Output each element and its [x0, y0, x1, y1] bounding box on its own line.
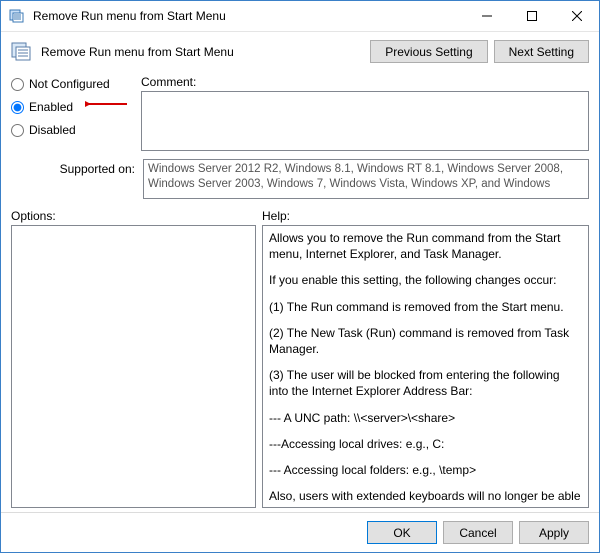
comment-textbox[interactable]: [141, 91, 589, 151]
radio-not-configured-input[interactable]: [11, 78, 24, 91]
help-p3: (1) The Run command is removed from the …: [269, 299, 582, 315]
help-text: Allows you to remove the Run command fro…: [263, 226, 588, 508]
options-label: Options:: [11, 205, 256, 225]
state-radio-group: Not Configured Enabled Disabled: [11, 75, 131, 137]
dialog-window: Remove Run menu from Start Menu Remove R…: [0, 0, 600, 553]
help-p4: (2) The New Task (Run) command is remove…: [269, 325, 582, 357]
close-button[interactable]: [554, 1, 599, 31]
comment-label: Comment:: [141, 75, 589, 89]
titlebar: Remove Run menu from Start Menu: [1, 1, 599, 32]
help-p1: Allows you to remove the Run command fro…: [269, 230, 582, 262]
ok-button[interactable]: OK: [367, 521, 437, 544]
policy-name: Remove Run menu from Start Menu: [41, 45, 362, 59]
help-p6: --- A UNC path: \\<server>\<share>: [269, 410, 582, 426]
radio-not-configured-label: Not Configured: [29, 77, 110, 91]
help-p9: Also, users with extended keyboards will…: [269, 488, 582, 508]
help-p5: (3) The user will be blocked from enteri…: [269, 367, 582, 399]
next-setting-button[interactable]: Next Setting: [494, 40, 589, 63]
radio-disabled[interactable]: Disabled: [11, 123, 131, 137]
upper-pane: Not Configured Enabled Disabled Comment:: [1, 71, 599, 205]
help-p8: --- Accessing local folders: e.g., \temp…: [269, 462, 582, 478]
help-panel[interactable]: Allows you to remove the Run command fro…: [262, 225, 589, 508]
footer-buttons: OK Cancel Apply: [1, 512, 599, 552]
radio-disabled-label: Disabled: [29, 123, 76, 137]
radio-disabled-input[interactable]: [11, 124, 24, 137]
radio-enabled[interactable]: Enabled: [11, 100, 131, 114]
help-p2: If you enable this setting, the followin…: [269, 272, 582, 288]
cancel-button[interactable]: Cancel: [443, 521, 513, 544]
window-title: Remove Run menu from Start Menu: [33, 9, 464, 23]
lower-pane: Options: Help: Allows you to remove the …: [1, 205, 599, 512]
options-panel[interactable]: [11, 225, 256, 508]
previous-setting-button[interactable]: Previous Setting: [370, 40, 487, 63]
policy-icon: [11, 41, 33, 63]
help-label: Help:: [262, 205, 589, 225]
radio-not-configured[interactable]: Not Configured: [11, 77, 131, 91]
help-p7: ---Accessing local drives: e.g., C:: [269, 436, 582, 452]
apply-button[interactable]: Apply: [519, 521, 589, 544]
maximize-button[interactable]: [509, 1, 554, 31]
minimize-button[interactable]: [464, 1, 509, 31]
radio-enabled-label: Enabled: [29, 100, 73, 114]
app-icon: [9, 8, 25, 24]
header-row: Remove Run menu from Start Menu Previous…: [1, 32, 599, 71]
supported-on-textbox[interactable]: Windows Server 2012 R2, Windows 8.1, Win…: [143, 159, 589, 199]
radio-enabled-input[interactable]: [11, 101, 24, 114]
supported-label: Supported on:: [11, 159, 135, 199]
